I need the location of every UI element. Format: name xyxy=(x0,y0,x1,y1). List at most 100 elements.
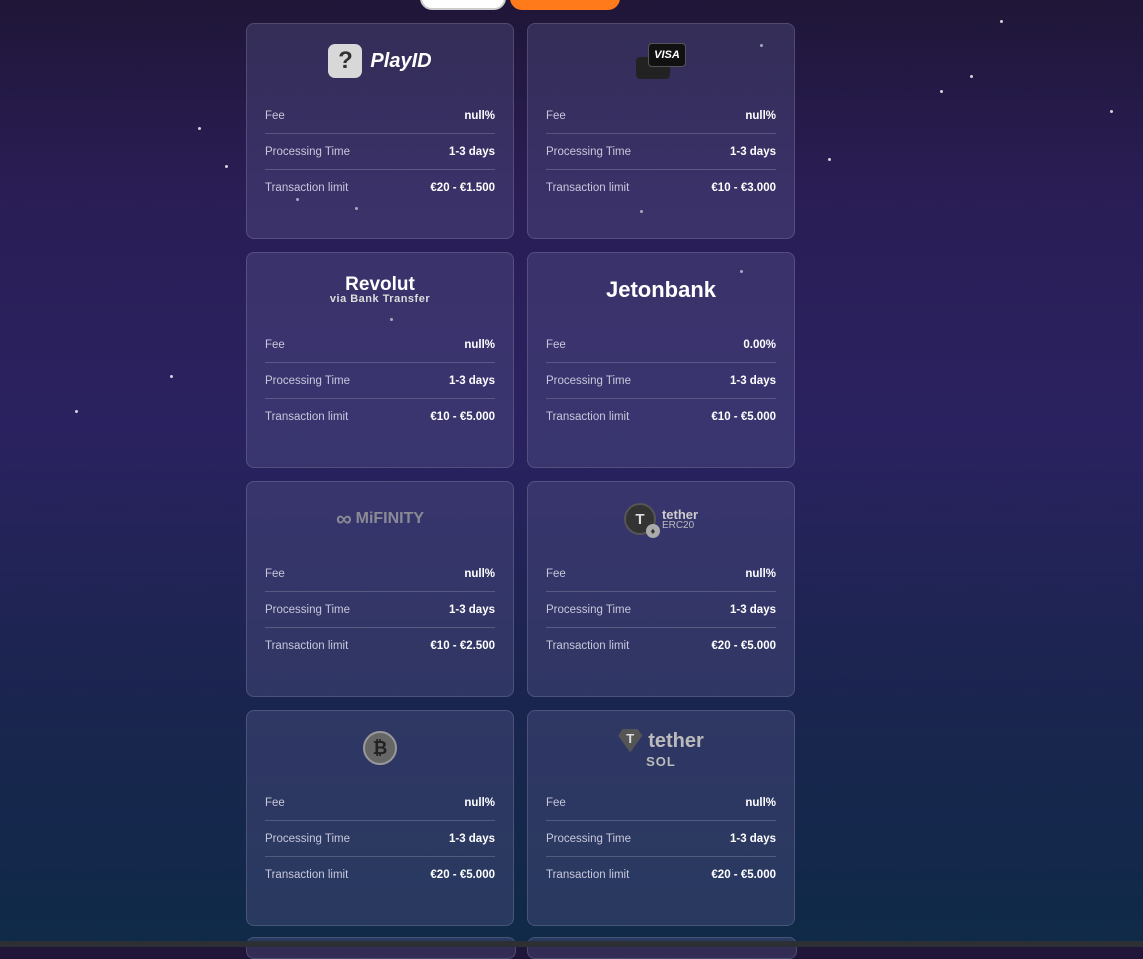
bitcoin-icon: ₿ xyxy=(363,731,397,765)
limit-label: Transaction limit xyxy=(265,868,349,881)
processing-value: 1-3 days xyxy=(729,145,776,158)
fee-label: Fee xyxy=(265,338,285,351)
processing-row: Processing Time 1-3 days xyxy=(265,592,495,628)
processing-row: Processing Time 1-3 days xyxy=(265,821,495,857)
card-logo: Jetonbank xyxy=(546,253,776,327)
processing-row: Processing Time 1-3 days xyxy=(546,821,776,857)
fee-label: Fee xyxy=(265,567,285,580)
processing-label: Processing Time xyxy=(265,603,351,616)
fee-value: null% xyxy=(745,796,776,809)
processing-label: Processing Time xyxy=(265,145,351,158)
fee-value: null% xyxy=(464,796,495,809)
card-icon: VISA xyxy=(636,43,686,79)
limit-label: Transaction limit xyxy=(265,410,349,423)
limit-row: Transaction limit €10 - €5.000 xyxy=(265,399,495,434)
fee-label: Fee xyxy=(546,796,566,809)
question-mark-icon: ? xyxy=(328,44,363,78)
limit-row: Transaction limit €10 - €2.500 xyxy=(265,628,495,663)
card-logo: VISA xyxy=(546,24,776,98)
processing-label: Processing Time xyxy=(546,832,632,845)
limit-row: Transaction limit €20 - €1.500 xyxy=(265,170,495,205)
processing-label: Processing Time xyxy=(265,374,351,387)
fee-label: Fee xyxy=(265,109,285,122)
processing-value: 1-3 days xyxy=(448,832,495,845)
fee-value: null% xyxy=(745,567,776,580)
fee-value: null% xyxy=(464,567,495,580)
processing-value: 1-3 days xyxy=(729,832,776,845)
ethereum-icon: ♦ xyxy=(645,524,660,538)
processing-value: 1-3 days xyxy=(729,603,776,616)
limit-value: €10 - €5.000 xyxy=(430,410,495,423)
fee-value: null% xyxy=(464,338,495,351)
fee-value: null% xyxy=(745,109,776,122)
infinity-icon: ∞ xyxy=(335,506,352,531)
payment-card-tether-sol[interactable]: T tether SOL Fee null% Processing Time 1-3… xyxy=(527,710,795,926)
fee-row: Fee null% xyxy=(546,556,776,592)
limit-value: €20 - €5.000 xyxy=(430,868,495,881)
limit-row: Transaction limit €20 - €5.000 xyxy=(546,628,776,663)
processing-value: 1-3 days xyxy=(729,374,776,387)
fee-row: Fee null% xyxy=(546,785,776,821)
limit-label: Transaction limit xyxy=(546,868,630,881)
fee-label: Fee xyxy=(265,796,285,809)
fee-label: Fee xyxy=(546,109,566,122)
limit-label: Transaction limit xyxy=(265,639,349,652)
logo-text: VISA xyxy=(648,43,686,67)
payment-methods-grid: ? PlayID Fee null% Processing Time 1-3 day… xyxy=(246,23,795,926)
tether-diamond-icon: T xyxy=(618,728,643,753)
processing-row: Processing Time 1-3 days xyxy=(546,363,776,399)
limit-value: €20 - €5.000 xyxy=(711,868,776,881)
tether-coin-icon: T ♦ xyxy=(623,503,660,538)
processing-row: Processing Time 1-3 days xyxy=(265,134,495,170)
limit-value: €20 - €5.000 xyxy=(711,639,776,652)
fee-value: 0.00% xyxy=(743,338,776,351)
card-logo: ₿ xyxy=(265,711,495,785)
processing-value: 1-3 days xyxy=(448,145,495,158)
limit-label: Transaction limit xyxy=(546,639,630,652)
limit-value: €10 - €3.000 xyxy=(711,181,776,194)
logo-subtext: via Bank Transfer xyxy=(329,293,431,305)
fee-row: Fee 0.00% xyxy=(546,327,776,363)
processing-label: Processing Time xyxy=(546,145,632,158)
processing-label: Processing Time xyxy=(546,374,632,387)
fee-row: Fee null% xyxy=(265,556,495,592)
limit-row: Transaction limit €10 - €5.000 xyxy=(546,399,776,434)
limit-label: Transaction limit xyxy=(265,181,349,194)
logo-text: tether xyxy=(661,506,699,522)
limit-row: Transaction limit €20 - €5.000 xyxy=(546,857,776,892)
processing-row: Processing Time 1-3 days xyxy=(546,592,776,628)
logo-subtext: ERC20 xyxy=(661,519,695,531)
limit-value: €10 - €2.500 xyxy=(430,639,495,652)
bottom-bar xyxy=(0,941,1143,947)
card-logo: T tether SOL xyxy=(546,711,776,785)
logo-text: Jetonbank xyxy=(605,277,717,302)
limit-label: Transaction limit xyxy=(546,181,630,194)
processing-label: Processing Time xyxy=(265,832,351,845)
processing-label: Processing Time xyxy=(546,603,632,616)
limit-label: Transaction limit xyxy=(546,410,630,423)
payment-card-playid[interactable]: ? PlayID Fee null% Processing Time 1-3 day… xyxy=(246,23,514,239)
logo-text: MiFINITY xyxy=(355,510,425,527)
processing-value: 1-3 days xyxy=(448,603,495,616)
payment-card-jetonbank[interactable]: Jetonbank Fee 0.00% Processing Time 1-3 da… xyxy=(527,252,795,468)
payment-card-tether-erc20[interactable]: T ♦ tether ERC20 Fee null% Processing Time… xyxy=(527,481,795,697)
limit-row: Transaction limit €10 - €3.000 xyxy=(546,170,776,205)
tab-withdraw-button[interactable] xyxy=(510,0,620,10)
top-tabs xyxy=(420,0,620,10)
processing-row: Processing Time 1-3 days xyxy=(265,363,495,399)
card-logo: ? PlayID xyxy=(265,24,495,98)
fee-row: Fee null% xyxy=(265,98,495,134)
payment-card-bitcoin[interactable]: ₿ Fee null% Processing Time 1-3 days Trans… xyxy=(246,710,514,926)
payment-card-mifinity[interactable]: ∞ MiFINITY Fee null% Processing Time 1-3 d… xyxy=(246,481,514,697)
processing-row: Processing Time 1-3 days xyxy=(546,134,776,170)
limit-value: €10 - €5.000 xyxy=(711,410,776,423)
limit-value: €20 - €1.500 xyxy=(430,181,495,194)
fee-value: null% xyxy=(464,109,495,122)
processing-value: 1-3 days xyxy=(448,374,495,387)
card-logo: ∞ MiFINITY xyxy=(265,482,495,556)
tab-deposit-button[interactable] xyxy=(420,0,506,10)
payment-card-visa[interactable]: VISA Fee null% Processing Time 1-3 days Tr… xyxy=(527,23,795,239)
logo-text: Revolut xyxy=(345,274,415,295)
fee-label: Fee xyxy=(546,338,566,351)
payment-card-revolut[interactable]: Revolut via Bank Transfer Fee null% Proce… xyxy=(246,252,514,468)
